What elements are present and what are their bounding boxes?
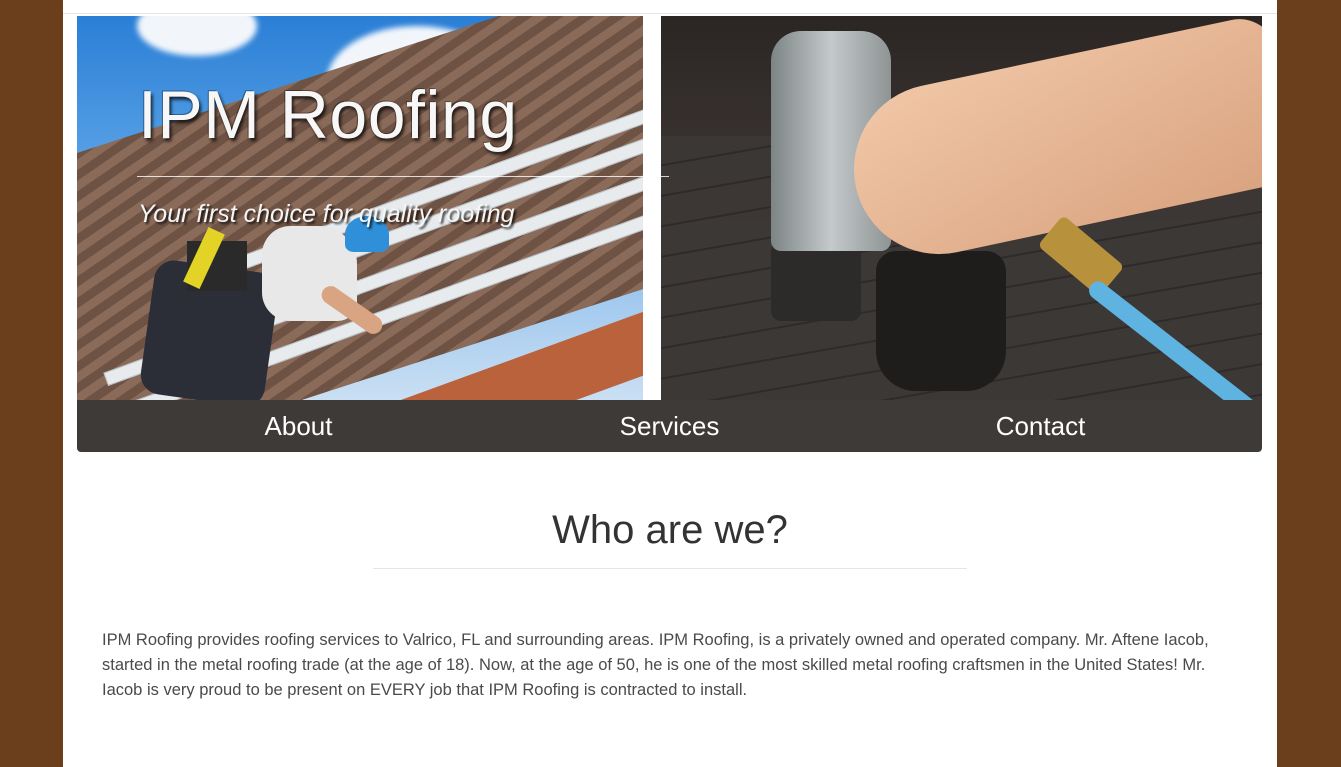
site-title: IPM Roofing	[138, 77, 518, 153]
nav-contact[interactable]: Contact	[843, 400, 1238, 452]
about-paragraph: IPM Roofing provides roofing services to…	[102, 631, 1209, 699]
heading-divider	[373, 568, 967, 569]
site-tagline: Your first choice for quality roofing	[138, 200, 515, 228]
main-nav: About Services Contact	[77, 400, 1262, 452]
title-divider	[137, 176, 669, 177]
hero-banner: IPM Roofing Your first choice for qualit…	[77, 16, 1262, 400]
about-heading: Who are we?	[552, 508, 788, 552]
nav-services[interactable]: Services	[472, 400, 867, 452]
page-container: IPM Roofing Your first choice for qualit…	[63, 0, 1277, 767]
nav-about[interactable]: About	[101, 400, 496, 452]
top-divider	[63, 13, 1277, 14]
nail-gun-photo	[661, 16, 1262, 400]
